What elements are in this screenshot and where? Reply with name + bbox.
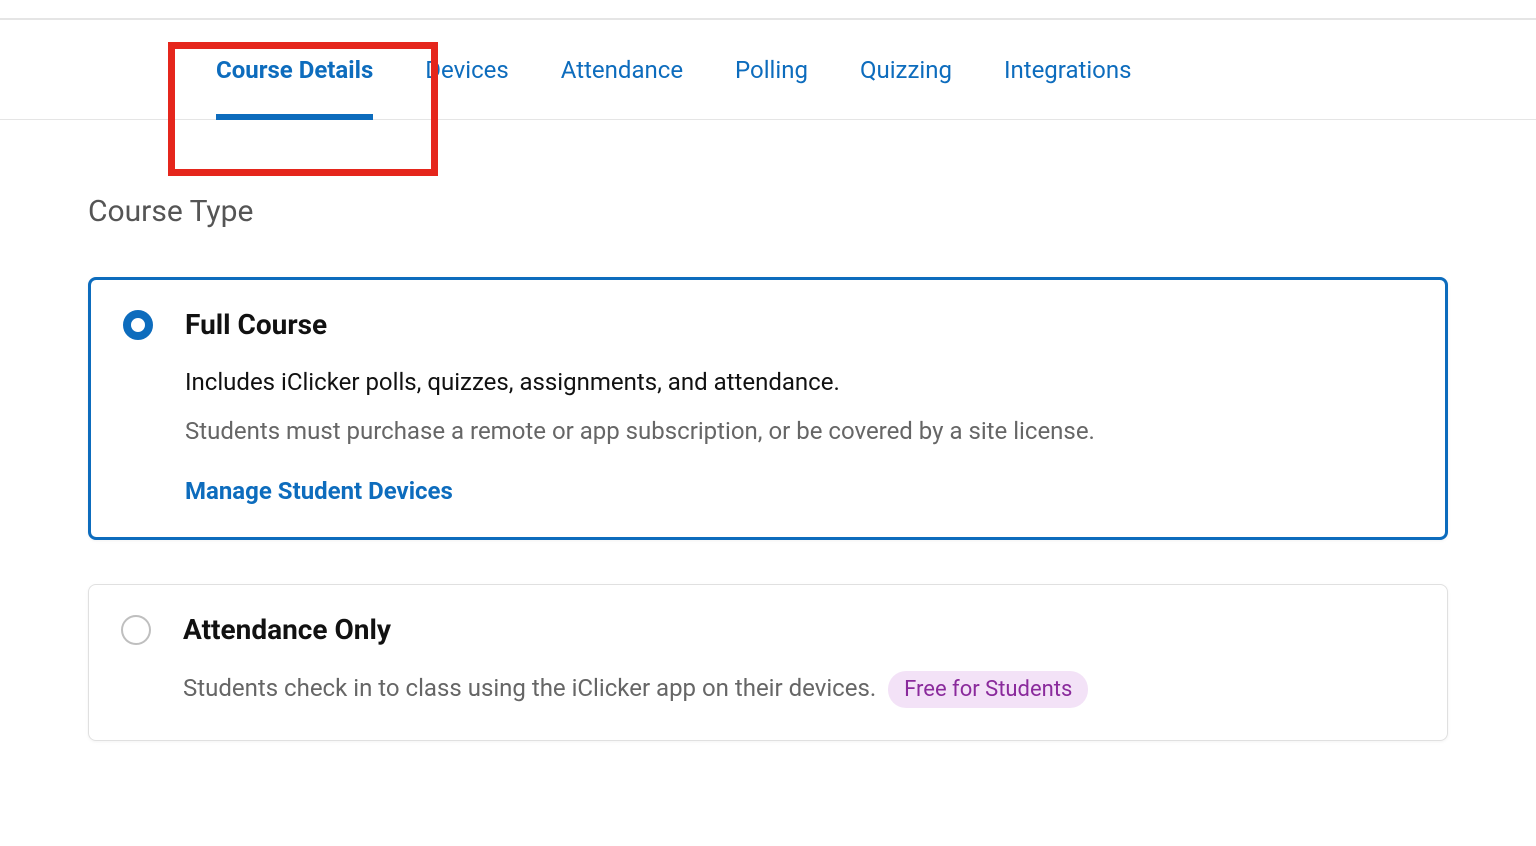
option-attendance-only-desc-row: Students check in to class using the iCl…: [183, 670, 1415, 708]
manage-student-devices-link[interactable]: Manage Student Devices: [185, 477, 453, 505]
option-full-course-body: Full Course Includes iClicker polls, qui…: [185, 308, 1413, 505]
top-divider: [0, 0, 1536, 20]
tab-devices[interactable]: Devices: [425, 20, 508, 120]
radio-full-course[interactable]: [123, 310, 153, 340]
option-attendance-only-title: Attendance Only: [183, 613, 1415, 646]
tab-course-details[interactable]: Course Details: [216, 20, 373, 120]
settings-tab-bar: Course Details Devices Attendance Pollin…: [0, 20, 1536, 120]
tab-quizzing[interactable]: Quizzing: [860, 20, 952, 120]
option-full-course-subdesc: Students must purchase a remote or app s…: [185, 414, 1413, 449]
course-type-heading: Course Type: [88, 194, 1448, 229]
radio-attendance-only[interactable]: [121, 615, 151, 645]
option-attendance-only-body: Attendance Only Students check in to cla…: [183, 613, 1415, 708]
option-attendance-only-desc: Students check in to class using the iCl…: [183, 674, 876, 702]
tab-polling[interactable]: Polling: [735, 20, 808, 120]
option-full-course-title: Full Course: [185, 308, 1413, 341]
option-full-course[interactable]: Full Course Includes iClicker polls, qui…: [88, 277, 1448, 540]
tab-integrations[interactable]: Integrations: [1004, 20, 1132, 120]
option-attendance-only[interactable]: Attendance Only Students check in to cla…: [88, 584, 1448, 741]
tab-attendance[interactable]: Attendance: [561, 20, 683, 120]
option-full-course-desc: Includes iClicker polls, quizzes, assign…: [185, 365, 1413, 400]
content-area: Course Type Full Course Includes iClicke…: [0, 120, 1536, 825]
free-for-students-badge: Free for Students: [888, 671, 1088, 708]
